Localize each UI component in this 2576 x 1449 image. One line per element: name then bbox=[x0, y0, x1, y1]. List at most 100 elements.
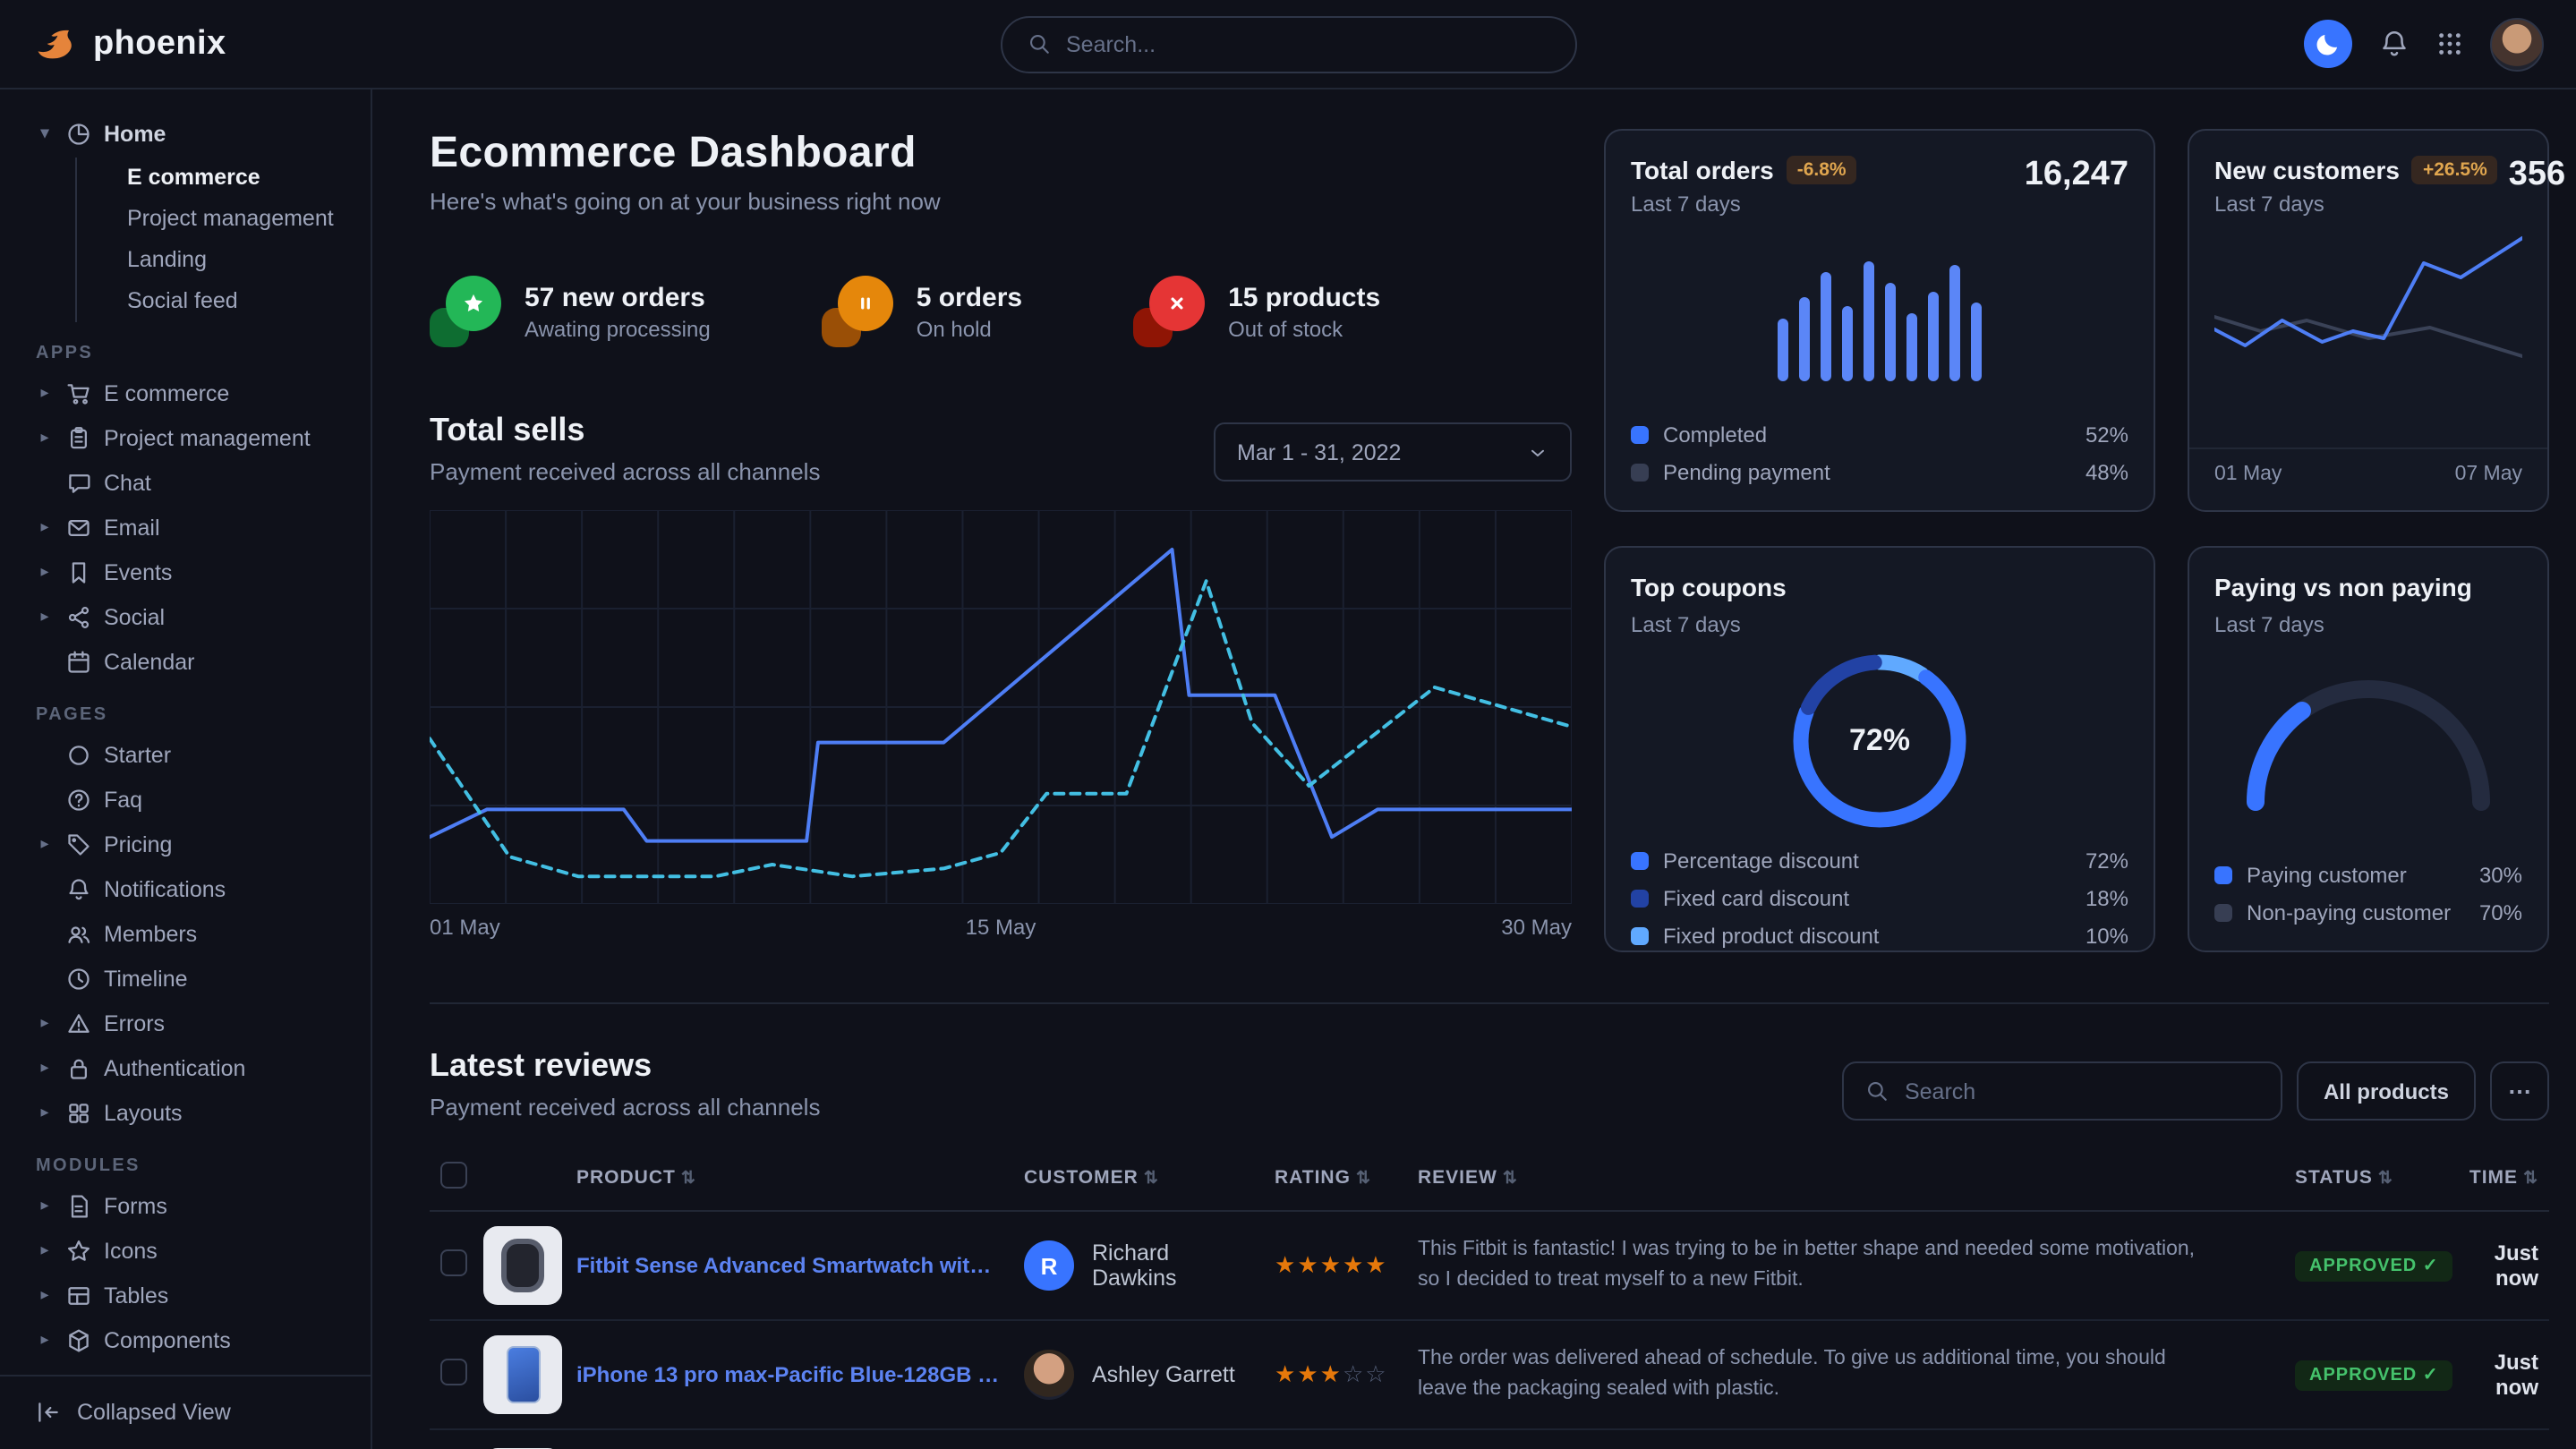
sidebar-item-events[interactable]: ▸ Events bbox=[21, 550, 349, 594]
table-row: Fitbit Sense Advanced Smartwatch with To… bbox=[430, 1211, 2549, 1320]
x-status-icon bbox=[1133, 276, 1205, 347]
warning-icon bbox=[66, 1010, 91, 1036]
mail-icon bbox=[66, 515, 91, 540]
circle-icon bbox=[66, 742, 91, 767]
sidebar-item-layouts[interactable]: ▸ Layouts bbox=[21, 1090, 349, 1135]
sidebar-item-label: Timeline bbox=[104, 966, 188, 991]
sidebar-item-tables[interactable]: ▸ Tables bbox=[21, 1273, 349, 1317]
global-search[interactable] bbox=[1000, 15, 1576, 72]
select-all-checkbox[interactable] bbox=[440, 1162, 467, 1189]
brand[interactable]: phoenix bbox=[32, 21, 372, 67]
sidebar-item-starter[interactable]: Starter bbox=[21, 732, 349, 777]
legend-bullet bbox=[1631, 927, 1649, 945]
table-row[interactable] bbox=[430, 1429, 2549, 1449]
bell-icon bbox=[2379, 29, 2410, 59]
sidebar-item-chat[interactable]: Chat bbox=[21, 460, 349, 505]
sidebar-item-email[interactable]: ▸ Email bbox=[21, 505, 349, 550]
column-header-time[interactable]: TIME⇅ bbox=[2445, 1146, 2549, 1211]
caret-right-icon: ▸ bbox=[36, 517, 54, 537]
paying-legend: Paying customer 30% Non-paying customer … bbox=[2214, 863, 2522, 925]
paying-vs-non-paying-card: Paying vs non paying Last 7 days Paying … bbox=[2188, 546, 2549, 952]
apps-menu-button[interactable] bbox=[2436, 30, 2463, 57]
caret-right-icon: ▸ bbox=[36, 562, 54, 582]
collapsed-view-toggle[interactable]: Collapsed View bbox=[0, 1374, 371, 1449]
reviews-search[interactable] bbox=[1842, 1061, 2282, 1121]
stat-headline: 57 new orders bbox=[525, 282, 711, 312]
more-options-button[interactable]: ⋯ bbox=[2490, 1061, 2549, 1121]
user-avatar[interactable] bbox=[2490, 17, 2544, 71]
sort-icon: ⇅ bbox=[2523, 1169, 2538, 1189]
legend-item: Fixed card discount 18% bbox=[1631, 886, 2128, 911]
sidebar-item-label: Errors bbox=[104, 1010, 165, 1036]
sidebar-subitem-social-feed[interactable]: Social feed bbox=[77, 281, 349, 322]
sidebar-item-e-commerce[interactable]: ▸ E commerce bbox=[21, 371, 349, 415]
sidebar-subitem-project-management[interactable]: Project management bbox=[77, 199, 349, 240]
sidebar-item-label: Home bbox=[104, 121, 166, 146]
donut-center-value: 72% bbox=[1790, 652, 1969, 831]
column-header-review[interactable]: REVIEW⇅ bbox=[1407, 1146, 2284, 1211]
reviews-subtitle: Payment received across all channels bbox=[430, 1094, 820, 1121]
all-products-button[interactable]: All products bbox=[2297, 1061, 2476, 1121]
sidebar-section-title-pages: PAGES bbox=[36, 705, 335, 725]
status-badge: APPROVED ✓ bbox=[2295, 1250, 2453, 1281]
sidebar-item-project-management[interactable]: ▸ Project management bbox=[21, 415, 349, 460]
sidebar-item-faq[interactable]: Faq bbox=[21, 777, 349, 822]
sort-icon: ⇅ bbox=[1356, 1169, 1371, 1189]
date-range-select[interactable]: Mar 1 - 31, 2022 bbox=[1214, 422, 1572, 482]
column-header-product[interactable]: PRODUCT⇅ bbox=[566, 1146, 1013, 1211]
column-header-rating[interactable]: RATING⇅ bbox=[1264, 1146, 1407, 1211]
reviews-search-input[interactable] bbox=[1905, 1078, 2259, 1104]
product-image[interactable] bbox=[483, 1335, 562, 1414]
legend-item: Percentage discount 72% bbox=[1631, 848, 2128, 874]
sidebar-item-pricing[interactable]: ▸ Pricing bbox=[21, 822, 349, 866]
stat-out-of-stock: 15 products Out of stock bbox=[1133, 276, 1380, 347]
sidebar-item-label: Faq bbox=[104, 787, 142, 812]
sidebar-section-title-apps: APPS bbox=[36, 344, 335, 363]
main-content: Ecommerce Dashboard Here's what's going … bbox=[372, 89, 2576, 1449]
legend-item: Completed 52% bbox=[1631, 422, 2128, 447]
sidebar-item-timeline[interactable]: Timeline bbox=[21, 956, 349, 1001]
row-checkbox[interactable] bbox=[440, 1249, 467, 1276]
sidebar-item-errors[interactable]: ▸ Errors bbox=[21, 1001, 349, 1045]
legend-label: Percentage discount bbox=[1663, 848, 1859, 874]
legend-value: 18% bbox=[2071, 886, 2128, 911]
nine-dots-icon bbox=[2436, 30, 2463, 57]
coupons-legend: Percentage discount 72% Fixed card disco… bbox=[1631, 848, 2128, 949]
sort-icon: ⇅ bbox=[2378, 1169, 2393, 1189]
avatar bbox=[1024, 1350, 1074, 1400]
sidebar-item-social[interactable]: ▸ Social bbox=[21, 594, 349, 639]
legend-label: Pending payment bbox=[1663, 460, 1830, 485]
column-header-status[interactable]: STATUS⇅ bbox=[2284, 1146, 2445, 1211]
row-checkbox[interactable] bbox=[440, 1359, 467, 1385]
product-image[interactable] bbox=[483, 1226, 562, 1305]
sidebar-subitem-landing[interactable]: Landing bbox=[77, 240, 349, 281]
reviews-table-header: PRODUCT⇅CUSTOMER⇅RATING⇅REVIEW⇅STATUS⇅TI… bbox=[430, 1146, 2549, 1211]
sidebar-item-components[interactable]: ▸ Components bbox=[21, 1317, 349, 1362]
global-search-input[interactable] bbox=[1066, 31, 1549, 56]
sidebar-item-forms[interactable]: ▸ Forms bbox=[21, 1183, 349, 1228]
sidebar-subitem-e-commerce[interactable]: E commerce bbox=[77, 158, 349, 199]
product-link[interactable]: iPhone 13 pro max-Pacific Blue-128GB sto… bbox=[576, 1362, 1002, 1387]
sidebar-item-notifications[interactable]: Notifications bbox=[21, 866, 349, 911]
x-tick: 15 May bbox=[966, 915, 1036, 940]
customer-cell: Ashley Garrett bbox=[1024, 1350, 1253, 1400]
column-header-customer[interactable]: CUSTOMER⇅ bbox=[1013, 1146, 1264, 1211]
legend-item: Paying customer 30% bbox=[2214, 863, 2522, 888]
product-link[interactable]: Fitbit Sense Advanced Smartwatch with To… bbox=[576, 1253, 1002, 1278]
sidebar-item-label: E commerce bbox=[104, 380, 229, 405]
sidebar-item-home[interactable]: ▾ Home bbox=[21, 111, 349, 156]
notifications-button[interactable] bbox=[2379, 29, 2410, 59]
legend-label: Completed bbox=[1663, 422, 1767, 447]
paying-gauge-chart bbox=[2234, 666, 2503, 816]
sidebar-item-members[interactable]: Members bbox=[21, 911, 349, 956]
top-navbar: phoenix bbox=[0, 0, 2576, 89]
sidebar-item-icons[interactable]: ▸ Icons bbox=[21, 1228, 349, 1273]
sidebar-item-calendar[interactable]: Calendar bbox=[21, 639, 349, 684]
page-subtitle: Here's what's going on at your business … bbox=[430, 188, 1572, 215]
theme-toggle-button[interactable] bbox=[2304, 20, 2352, 68]
reviews-table-body: Fitbit Sense Advanced Smartwatch with To… bbox=[430, 1211, 2549, 1449]
file-icon bbox=[66, 1193, 91, 1218]
legend-bullet bbox=[2214, 904, 2232, 922]
sidebar-item-authentication[interactable]: ▸ Authentication bbox=[21, 1045, 349, 1090]
calendar-icon bbox=[66, 649, 91, 674]
